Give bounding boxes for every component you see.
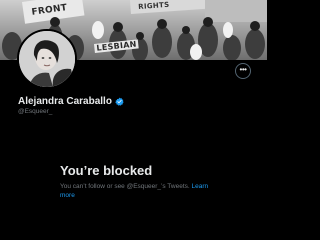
blocked-title: You’re blocked (60, 163, 153, 178)
profile-name-row: Alejandra Caraballo (18, 96, 124, 107)
profile-handle: @Esqueer_ (18, 108, 53, 115)
blocked-message-text: You can’t follow or see @Esqueer_’s Twee… (60, 183, 190, 190)
blocked-message: You can’t follow or see @Esqueer_’s Twee… (60, 182, 220, 200)
more-options-button[interactable]: ••• (235, 63, 251, 79)
display-name: Alejandra Caraballo (18, 96, 112, 107)
more-options-icon: ••• (239, 64, 247, 74)
avatar-photo (19, 31, 75, 87)
verified-badge-icon (115, 97, 124, 106)
profile-avatar[interactable] (17, 29, 77, 89)
